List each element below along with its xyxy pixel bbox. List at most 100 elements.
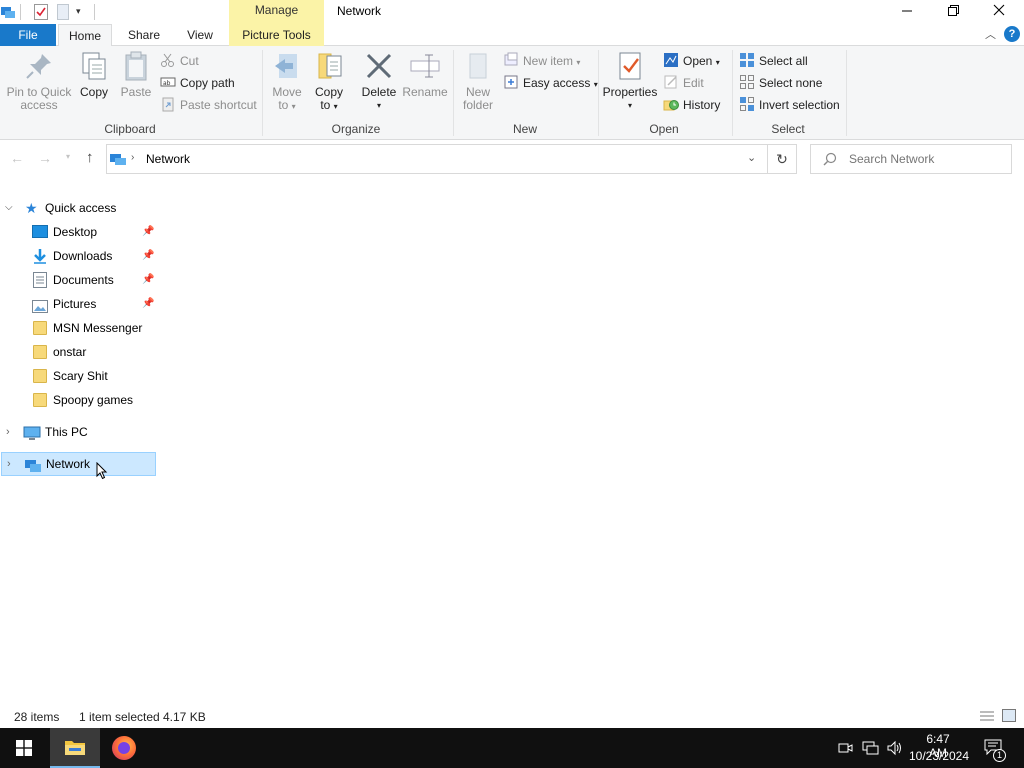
delete-dropdown-icon[interactable]: ▾ xyxy=(358,99,400,112)
tab-file[interactable]: File xyxy=(0,24,56,46)
nav-msn-messenger[interactable]: MSN Messenger xyxy=(0,316,158,340)
chevron-down-icon[interactable]: ⌵ xyxy=(5,196,13,220)
address-bar[interactable]: › Network ⌄ xyxy=(106,144,768,174)
restore-button[interactable] xyxy=(930,0,976,24)
help-icon[interactable]: ? xyxy=(1004,26,1020,42)
pin-to-quick-access-button[interactable]: Pin to Quick access xyxy=(4,50,74,112)
volume-icon[interactable] xyxy=(886,740,904,759)
delete-button[interactable]: Delete ▾ xyxy=(358,50,400,112)
back-button[interactable]: ← xyxy=(10,150,24,166)
large-icons-view-icon[interactable] xyxy=(1002,709,1016,722)
forward-button[interactable]: → xyxy=(38,150,52,166)
properties-dropdown-icon[interactable]: ▾ xyxy=(602,99,658,112)
navigation-pane: ⌵ ★ Quick access Desktop 📌 Downloads 📌 D… xyxy=(0,196,160,496)
breadcrumb-separator-icon[interactable]: › xyxy=(131,152,134,163)
breadcrumb-network[interactable]: Network xyxy=(146,152,190,166)
select-none-button[interactable]: Select none xyxy=(739,73,822,93)
status-selection: 1 item selected xyxy=(79,710,160,724)
details-view-icon[interactable] xyxy=(979,710,995,725)
recent-locations-chevron-icon[interactable]: ▾ xyxy=(66,152,70,161)
network-tray-icon[interactable] xyxy=(862,740,880,759)
nav-spoopy-games[interactable]: Spoopy games xyxy=(0,388,158,412)
search-box[interactable] xyxy=(810,144,1012,174)
copy-to-button[interactable]: Copy to ▾ xyxy=(310,50,348,113)
easy-access-icon xyxy=(503,74,519,90)
chevron-right-icon[interactable]: › xyxy=(7,452,11,476)
nav-scary-shit[interactable]: Scary Shit xyxy=(0,364,158,388)
refresh-button[interactable]: ↻ xyxy=(768,144,797,174)
collapse-ribbon-icon[interactable]: ︿ xyxy=(985,26,996,42)
copy-path-icon: ab xyxy=(160,74,176,90)
edit-button[interactable]: Edit xyxy=(663,73,704,93)
up-button[interactable]: ↑ xyxy=(86,149,94,166)
paste-shortcut-button[interactable]: Paste shortcut xyxy=(160,95,257,115)
new-folder-qat-icon[interactable] xyxy=(57,4,69,20)
firefox-icon[interactable] xyxy=(112,736,136,760)
move-to-label-line2: to ▾ xyxy=(278,98,296,112)
open-icon xyxy=(663,52,679,68)
easy-access-button[interactable]: Easy access ▾ xyxy=(503,73,598,93)
nav-network-label: Network xyxy=(46,457,91,471)
edit-icon xyxy=(663,74,679,90)
chevron-right-icon[interactable]: › xyxy=(6,420,10,444)
windows-start-icon[interactable] xyxy=(16,740,32,759)
history-icon xyxy=(663,96,679,112)
search-input[interactable] xyxy=(849,151,999,167)
search-icon xyxy=(823,152,837,169)
history-button[interactable]: History xyxy=(663,95,720,115)
window-network-icon[interactable] xyxy=(0,4,16,20)
taskbar: 6:47 AM 10/23/2024 1 xyxy=(0,728,1024,768)
pin-icon: 📌 xyxy=(142,298,155,309)
new-item-button[interactable]: New item ▾ xyxy=(503,51,580,71)
nav-this-pc[interactable]: › This PC xyxy=(0,420,158,444)
cut-button[interactable]: Cut xyxy=(160,51,199,71)
status-bar: 28 items 1 item selected 4.17 KB xyxy=(0,706,1024,728)
select-all-label: Select all xyxy=(759,54,808,68)
nav-desktop[interactable]: Desktop 📌 xyxy=(0,220,158,244)
star-icon: ★ xyxy=(25,200,38,216)
clock-date[interactable]: 10/23/2024 xyxy=(908,749,970,763)
network-icon xyxy=(24,457,42,481)
rename-button[interactable]: Rename xyxy=(402,50,448,99)
nav-onstar[interactable]: onstar xyxy=(0,340,158,364)
tab-view[interactable]: View xyxy=(174,24,226,46)
tab-picture-tools[interactable]: Picture Tools xyxy=(229,24,324,46)
nav-network[interactable]: › Network xyxy=(1,452,156,476)
rename-label: Rename xyxy=(402,85,448,99)
file-explorer-taskbar-button[interactable] xyxy=(50,728,100,768)
ribbon-tab-bar: File Home Share View Picture Tools ︿ ? xyxy=(0,24,1024,47)
paste-shortcut-icon xyxy=(160,96,176,112)
new-folder-button[interactable]: New folder xyxy=(458,50,498,112)
nav-documents[interactable]: Documents 📌 xyxy=(0,268,158,292)
nav-item-label: onstar xyxy=(53,345,87,359)
nav-quick-access[interactable]: ⌵ ★ Quick access xyxy=(0,196,158,220)
properties-qat-icon[interactable] xyxy=(34,4,48,20)
properties-icon xyxy=(614,50,646,82)
group-separator xyxy=(453,50,454,136)
tab-share[interactable]: Share xyxy=(116,24,172,46)
ribbon-home: Pin to Quick access Copy Paste Cut ab Cop… xyxy=(0,46,1024,140)
properties-button[interactable]: Properties ▾ xyxy=(602,50,658,112)
meet-now-icon[interactable] xyxy=(838,740,854,759)
nav-downloads[interactable]: Downloads 📌 xyxy=(0,244,158,268)
paste-button[interactable]: Paste xyxy=(118,50,154,99)
invert-selection-button[interactable]: Invert selection xyxy=(739,95,840,115)
nav-item-label: Desktop xyxy=(53,225,98,239)
copy-path-button[interactable]: ab Copy path xyxy=(160,73,235,93)
nav-item-label: Downloads xyxy=(53,249,113,263)
open-button[interactable]: Open ▾ xyxy=(663,51,720,71)
move-to-button[interactable]: Move to ▾ xyxy=(268,50,306,113)
copy-button[interactable]: Copy xyxy=(76,50,112,99)
copy-label: Copy xyxy=(79,85,108,99)
new-item-icon xyxy=(503,52,519,68)
tab-home[interactable]: Home xyxy=(58,24,112,47)
edit-label: Edit xyxy=(683,76,704,90)
nav-pictures[interactable]: Pictures 📌 xyxy=(0,292,158,316)
address-history-dropdown-icon[interactable]: ⌄ xyxy=(747,151,756,164)
pin-icon: 📌 xyxy=(142,250,155,261)
customize-qat-icon[interactable]: ▾ xyxy=(76,6,81,17)
paste-shortcut-label: Paste shortcut xyxy=(180,98,257,112)
minimize-button[interactable] xyxy=(884,0,930,24)
select-all-button[interactable]: Select all xyxy=(739,51,808,71)
close-button[interactable] xyxy=(976,0,1022,24)
